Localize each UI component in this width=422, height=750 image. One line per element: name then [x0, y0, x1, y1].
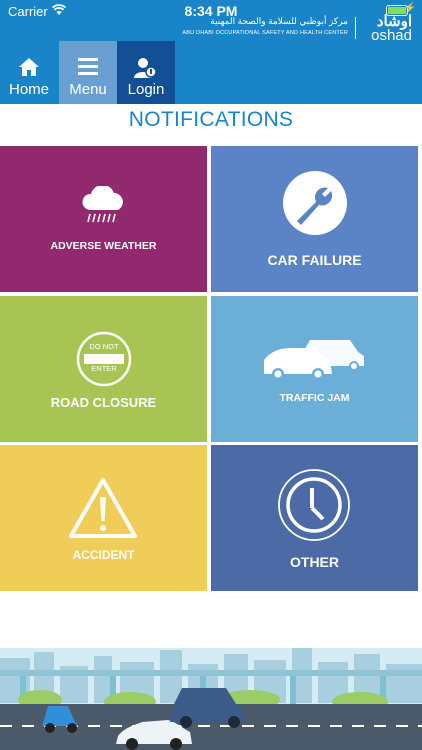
logo-english: oshad — [371, 27, 412, 44]
hamburger-icon — [78, 58, 98, 75]
tile-adverse-weather[interactable]: ADVERSE WEATHER — [0, 146, 207, 292]
app-header: Carrier 8:34 PM ⚡ مركز أبوظبي للسلامة وا… — [0, 0, 422, 104]
brand-english-name: ABU DHABI OCCUPATIONAL SAFETY AND HEALTH… — [182, 30, 348, 36]
rain-cloud-icon — [82, 186, 123, 223]
home-icon — [19, 58, 39, 76]
oshad-brand: مركز أبوظبي للسلامة والصحة المهنية ABU D… — [174, 13, 414, 44]
tile-label: TRAFFIC JAM — [279, 392, 350, 404]
cars-icon — [264, 340, 364, 380]
brand-arabic-name: مركز أبوظبي للسلامة والصحة المهنية — [210, 16, 348, 26]
home-label: Home — [8, 81, 49, 98]
user-login-icon — [134, 58, 157, 78]
wrench-icon — [283, 171, 347, 235]
sign-bottom-text: ENTER — [91, 364, 117, 373]
tile-road-closure[interactable]: DO NOT ENTER ROAD CLOSURE — [0, 296, 207, 442]
menu-button[interactable]: Menu — [59, 41, 117, 104]
tile-other[interactable]: OTHER — [211, 445, 418, 591]
do-not-enter-icon — [76, 331, 132, 387]
page-title: NOTIFICATIONS — [128, 108, 294, 131]
tile-label: ACCIDENT — [72, 548, 135, 562]
brand-divider — [355, 17, 356, 39]
tile-accident[interactable]: ACCIDENT — [0, 445, 207, 591]
oshad-logo: اوشاد oshad — [360, 13, 414, 44]
warning-triangle-icon — [69, 478, 137, 538]
tile-traffic-jam[interactable]: TRAFFIC JAM — [211, 296, 418, 442]
tile-label: OTHER — [290, 554, 339, 570]
city-traffic-illustration — [0, 648, 422, 750]
clock-icon — [278, 469, 350, 541]
tile-label: CAR FAILURE — [267, 252, 362, 268]
tile-label: ROAD CLOSURE — [50, 395, 157, 410]
menu-label: Menu — [69, 81, 107, 98]
home-button[interactable]: Home — [0, 41, 58, 104]
tile-car-failure[interactable]: CAR FAILURE — [211, 146, 418, 292]
login-label: Login — [127, 81, 165, 98]
sign-top-text: DO NOT — [89, 342, 119, 351]
tile-label: ADVERSE WEATHER — [50, 240, 157, 252]
login-button[interactable]: Login — [117, 41, 175, 104]
